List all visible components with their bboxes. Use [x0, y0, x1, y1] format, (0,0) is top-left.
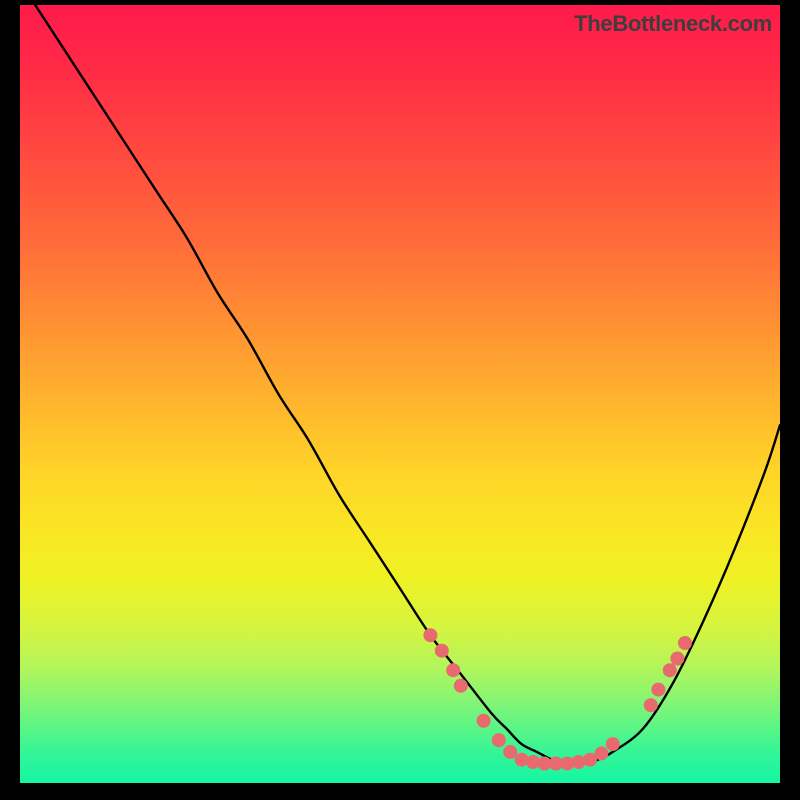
marker-dot [477, 714, 491, 728]
marker-dot [454, 679, 468, 693]
marker-dot [503, 745, 517, 759]
marker-dot [446, 663, 460, 677]
marker-dot [435, 644, 449, 658]
curve-line [35, 5, 780, 764]
marker-dot [594, 746, 608, 760]
marker-dot [644, 698, 658, 712]
marker-dot [678, 636, 692, 650]
marker-dot [606, 737, 620, 751]
chart-overlay [20, 5, 780, 783]
marker-dot [492, 733, 506, 747]
marker-group [423, 628, 692, 770]
marker-dot [670, 652, 684, 666]
marker-dot [663, 663, 677, 677]
chart-stage: TheBottleneck.com [0, 0, 800, 800]
marker-dot [651, 683, 665, 697]
marker-dot [423, 628, 437, 642]
plot-area: TheBottleneck.com [20, 5, 780, 783]
